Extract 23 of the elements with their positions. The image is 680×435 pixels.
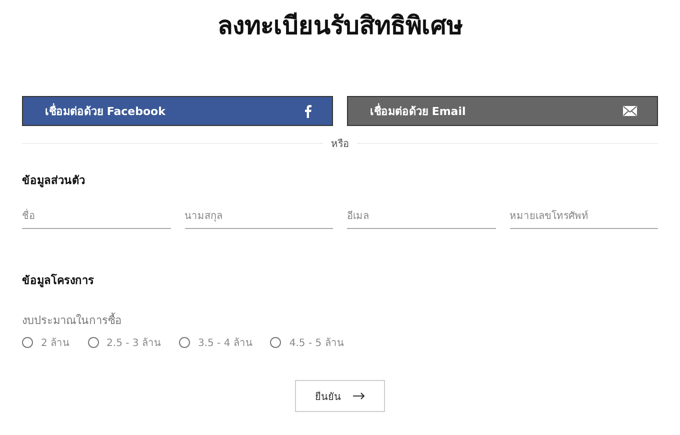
section-heading: ข้อมูลส่วนตัว — [22, 173, 86, 189]
input-field[interactable]: นามสกุล — [184, 207, 333, 229]
email-button[interactable]: เชื่อมต่อด้วย Email — [347, 96, 658, 126]
submit-button[interactable]: ยืนยัน — [295, 380, 385, 412]
input-field[interactable]: อีเมล — [347, 207, 496, 229]
radio-button[interactable] — [270, 337, 282, 348]
radio-label: 4.5 - 5 ล้าน — [289, 336, 344, 350]
arrow-right-icon — [353, 392, 365, 400]
or-divider-text: หรือ — [331, 138, 349, 150]
radio-button[interactable] — [178, 337, 190, 348]
page-title: ลงทะเบียนรับสิทธิพิเศษ — [216, 10, 464, 42]
radio-label: 3.5 - 4 ล้าน — [198, 336, 252, 350]
radio-label: 2 ล้าน — [41, 336, 70, 350]
radio-label: 2.5 - 3 ล้าน — [106, 336, 161, 350]
facebook-icon — [304, 104, 312, 118]
field-label: งบประมาณในการซื้อ — [22, 312, 123, 329]
input-field[interactable]: หมายเลขโทรศัพท์ — [510, 207, 658, 229]
radio-button[interactable] — [22, 337, 33, 348]
input-field[interactable]: ชื่อ — [22, 207, 170, 229]
envelope-icon — [623, 106, 637, 116]
facebook-button[interactable]: เชื่อมต่อด้วย Facebook — [22, 96, 333, 126]
section-heading: ข้อมูลโครงการ — [22, 272, 95, 289]
radio-button[interactable] — [88, 337, 99, 348]
